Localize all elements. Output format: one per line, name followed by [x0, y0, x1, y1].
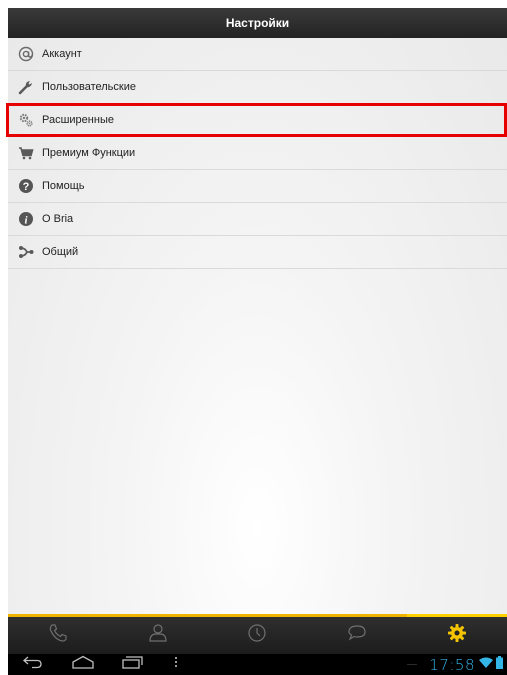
bottom-tab-bar: [8, 614, 507, 654]
share-icon: [18, 244, 34, 260]
menu-item-help[interactable]: ? Помощь: [8, 170, 507, 203]
gears-icon: [18, 112, 34, 128]
wrench-icon: [18, 79, 34, 95]
cart-icon: [18, 145, 34, 161]
clock: 17:58: [429, 655, 475, 674]
back-arrow-icon: [22, 655, 44, 674]
menu-item-label: Общий: [42, 246, 79, 258]
tab-history[interactable]: [208, 617, 308, 654]
menu-item-general[interactable]: Общий: [8, 236, 507, 269]
home-button[interactable]: [58, 654, 108, 675]
menu-item-label: Расширенные: [42, 114, 114, 126]
info-icon: i: [18, 211, 34, 227]
menu-item-label: Помощь: [42, 180, 85, 192]
page-title: Настройки: [225, 16, 290, 30]
overflow-menu-icon: [173, 655, 179, 674]
menu-item-about[interactable]: i О Bria: [8, 203, 507, 236]
title-bar: Настройки: [8, 8, 507, 38]
menu-item-advanced[interactable]: Расширенные: [6, 103, 507, 137]
settings-screen: Настройки Аккаунт Пользовательские Расши…: [0, 0, 507, 675]
system-nav-bar: 17:58: [8, 654, 507, 675]
settings-gear-icon: [446, 622, 468, 649]
help-icon: ?: [18, 178, 34, 194]
menu-button[interactable]: [158, 654, 194, 675]
menu-item-label: Аккаунт: [42, 48, 82, 60]
status-area: 17:58: [407, 655, 507, 674]
contacts-icon: [147, 622, 169, 649]
chat-bubble-icon: [346, 622, 368, 649]
recent-apps-icon: [121, 655, 145, 674]
svg-text:?: ?: [23, 181, 30, 193]
at-sign-icon: [18, 46, 34, 62]
tab-phone[interactable]: [8, 617, 108, 654]
back-button[interactable]: [8, 654, 58, 675]
notification-dash-icon: [407, 664, 418, 665]
recent-apps-button[interactable]: [108, 654, 158, 675]
tab-settings[interactable]: [407, 614, 507, 654]
home-icon: [70, 655, 96, 674]
menu-item-preferences[interactable]: Пользовательские: [8, 71, 507, 104]
menu-item-label: О Bria: [42, 213, 74, 225]
menu-item-account[interactable]: Аккаунт: [8, 38, 507, 71]
phone-icon: [47, 622, 69, 649]
menu-item-label: Премиум Функции: [42, 147, 136, 159]
tab-messages[interactable]: [307, 617, 407, 654]
battery-icon: [496, 655, 503, 674]
history-clock-icon: [246, 622, 268, 649]
settings-list: Аккаунт Пользовательские Расширенные Пре…: [6, 38, 507, 614]
menu-item-label: Пользовательские: [42, 81, 136, 93]
tab-contacts[interactable]: [108, 617, 208, 654]
menu-item-premium[interactable]: Премиум Функции: [8, 137, 507, 170]
wifi-icon: [479, 656, 493, 674]
